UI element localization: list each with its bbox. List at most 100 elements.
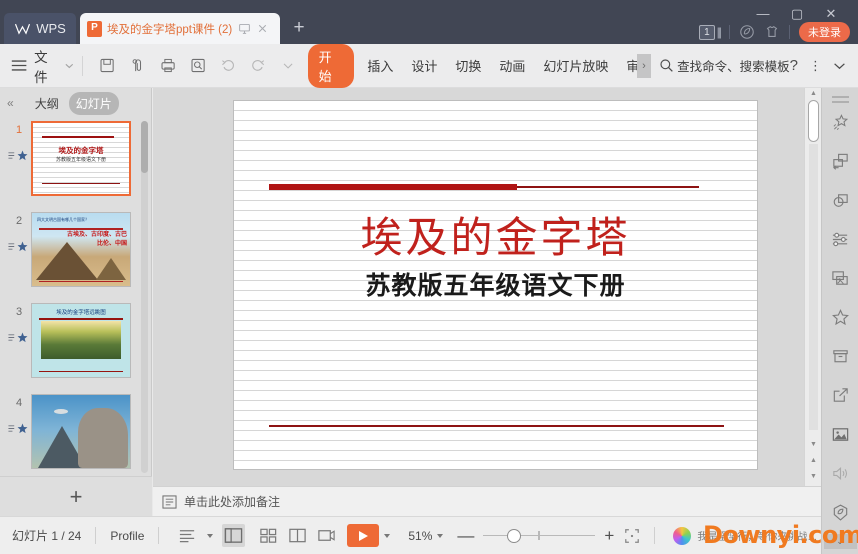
accent-bar-bottom xyxy=(39,280,123,282)
scrollbar-track[interactable] xyxy=(809,144,818,430)
ribbon-tab-transition[interactable]: 切换 xyxy=(446,53,490,78)
tool-shapes-overlap[interactable] xyxy=(822,181,858,220)
ribbon-tab-start[interactable]: 开始 xyxy=(307,43,355,88)
hamburger-icon[interactable] xyxy=(11,59,27,72)
t-shirt-icon[interactable] xyxy=(764,24,780,40)
scrollbar-thumb[interactable] xyxy=(808,100,819,142)
monitor-icon[interactable] xyxy=(238,22,251,35)
slide-number: 4 xyxy=(16,397,23,409)
normal-view-icon[interactable] xyxy=(222,524,246,547)
export-pdf-icon[interactable] xyxy=(130,57,146,74)
ribbon-more-tabs-button[interactable]: › xyxy=(636,53,652,78)
slide-badges xyxy=(8,241,28,252)
fit-to-window-icon[interactable] xyxy=(624,528,640,544)
accent-bar-top xyxy=(39,228,123,230)
ribbon-tab-animation[interactable]: 动画 xyxy=(490,53,534,78)
resize-handle[interactable] xyxy=(831,96,849,98)
reading-view-icon[interactable] xyxy=(288,526,307,545)
scrollbar-thumb[interactable] xyxy=(141,121,148,173)
outline-view-button[interactable] xyxy=(173,526,214,545)
add-slide-button[interactable]: + xyxy=(0,476,152,516)
slide-editing-area: 埃及的金字塔 苏教版五年级语文下册 ▲ ▼ ▲ ▼ xyxy=(153,88,821,486)
divider xyxy=(729,25,730,39)
presenter-view-icon[interactable] xyxy=(317,526,336,545)
minimize-button[interactable]: — xyxy=(750,4,776,24)
start-slideshow-button[interactable] xyxy=(341,524,391,547)
window-count-indicator[interactable]: 1 ||| xyxy=(699,24,722,40)
slide-thumbnail-1[interactable]: 1 埃及的金字塔 苏教版五年级语文下册 xyxy=(0,118,152,209)
zoom-in-button[interactable]: + xyxy=(604,526,614,546)
document-tab[interactable]: 埃及的金字塔ppt课件 (2).ppt xyxy=(80,13,280,44)
canvas-scrollbar[interactable]: ▲ ▼ ▲ ▼ xyxy=(804,88,821,486)
slide-thumbnail-4[interactable]: 4 xyxy=(0,391,152,476)
slide-thumbnail-3[interactable]: 3 埃及的金字塔远眺图 xyxy=(0,300,152,391)
customize-chevron-icon[interactable] xyxy=(280,57,296,74)
ribbon-tab-review[interactable]: 审阅 xyxy=(617,53,636,78)
print-preview-icon[interactable] xyxy=(190,57,206,74)
double-chevron-left-icon[interactable]: « xyxy=(7,96,14,110)
tool-speaker[interactable] xyxy=(822,454,858,493)
slider-knob[interactable] xyxy=(507,528,522,543)
search-box[interactable]: 查找命令、搜索模板 xyxy=(659,56,790,75)
sliders-icon xyxy=(832,232,847,247)
slide-thumbnail-2[interactable]: 2 四大文明古国有哪几个国家？ 古埃及、古印度、古巴比伦、中国 xyxy=(0,209,152,300)
slide-preview[interactable]: 埃及的金字塔远眺图 xyxy=(31,303,131,378)
leaf-badge-icon[interactable] xyxy=(739,24,755,40)
page-jump-button[interactable]: ▲ xyxy=(805,457,822,464)
question-mark-icon[interactable]: ? xyxy=(790,57,798,74)
tool-star[interactable] xyxy=(822,298,858,337)
redo-icon[interactable] xyxy=(250,57,266,74)
caret-down-icon[interactable] xyxy=(437,533,444,538)
panel-tabs: 大纲 幻灯片 xyxy=(28,91,119,115)
caret-down-icon[interactable] xyxy=(384,533,391,538)
slide-title[interactable]: 埃及的金字塔 xyxy=(234,204,757,265)
tool-shape-swap[interactable] xyxy=(822,142,858,181)
user-avatar-icon[interactable] xyxy=(673,526,692,545)
new-tab-button[interactable]: + xyxy=(288,18,310,40)
tool-image-frame[interactable] xyxy=(822,259,858,298)
zoom-level[interactable]: 51% xyxy=(408,529,432,543)
undo-icon[interactable] xyxy=(220,57,236,74)
more-vertical-icon[interactable]: ⋮ xyxy=(809,58,822,74)
tool-box-archive[interactable] xyxy=(822,337,858,376)
ribbon-tab-design[interactable]: 设计 xyxy=(402,53,446,78)
tool-sparkle-magic[interactable] xyxy=(822,103,858,142)
login-button[interactable]: 未登录 xyxy=(799,22,850,42)
slide-preview[interactable] xyxy=(31,394,131,469)
slide-preview[interactable]: 埃及的金字塔 苏教版五年级语文下册 xyxy=(31,121,131,196)
slide-thumbnail-list[interactable]: 1 埃及的金字塔 苏教版五年级语文下册 2 四大文明古国有哪几个国家？ 古埃及、… xyxy=(0,118,152,476)
save-icon[interactable] xyxy=(99,57,115,74)
ppt-file-icon xyxy=(87,20,102,37)
star-icon xyxy=(17,150,28,161)
ribbon-tab-slideshow[interactable]: 幻灯片放映 xyxy=(534,53,617,78)
slide-sorter-icon[interactable] xyxy=(259,526,278,545)
maximize-button[interactable]: ▢ xyxy=(784,4,810,24)
print-icon[interactable] xyxy=(160,57,176,74)
tool-sliders[interactable] xyxy=(822,220,858,259)
previous-slide-button[interactable]: ▼ xyxy=(805,441,822,448)
tab-slides[interactable]: 幻灯片 xyxy=(68,91,119,115)
play-icon[interactable] xyxy=(347,524,380,547)
ribbon-tab-insert[interactable]: 插入 xyxy=(358,53,402,78)
panel-scrollbar[interactable] xyxy=(141,121,148,473)
tool-picture[interactable] xyxy=(822,415,858,454)
chevron-down-icon[interactable] xyxy=(65,63,74,69)
close-window-button[interactable]: ✕ xyxy=(818,4,844,24)
notes-pane[interactable]: 单击此处添加备注 xyxy=(153,486,821,516)
tab-outline[interactable]: 大纲 xyxy=(28,92,66,115)
file-menu-button[interactable]: 文件 xyxy=(34,46,60,86)
shape-swap-icon xyxy=(832,153,848,170)
zoom-out-button[interactable]: — xyxy=(457,526,474,546)
profile-label[interactable]: Profile xyxy=(110,529,144,543)
tool-share-export[interactable] xyxy=(822,376,858,415)
close-icon[interactable] xyxy=(256,22,269,35)
sphinx-shape xyxy=(78,408,128,468)
slide-subtitle[interactable]: 苏教版五年级语文下册 xyxy=(234,266,757,302)
triangle-up-icon[interactable]: ▲ xyxy=(805,90,822,97)
current-slide[interactable]: 埃及的金字塔 苏教版五年级语文下册 xyxy=(233,100,758,470)
chevron-down-icon[interactable] xyxy=(833,62,846,70)
slide-preview[interactable]: 四大文明古国有哪几个国家？ 古埃及、古印度、古巴比伦、中国 xyxy=(31,212,131,287)
zoom-slider[interactable] xyxy=(483,528,596,543)
next-slide-button[interactable]: ▼ xyxy=(805,473,822,480)
wps-home-button[interactable]: WPS xyxy=(4,13,76,44)
